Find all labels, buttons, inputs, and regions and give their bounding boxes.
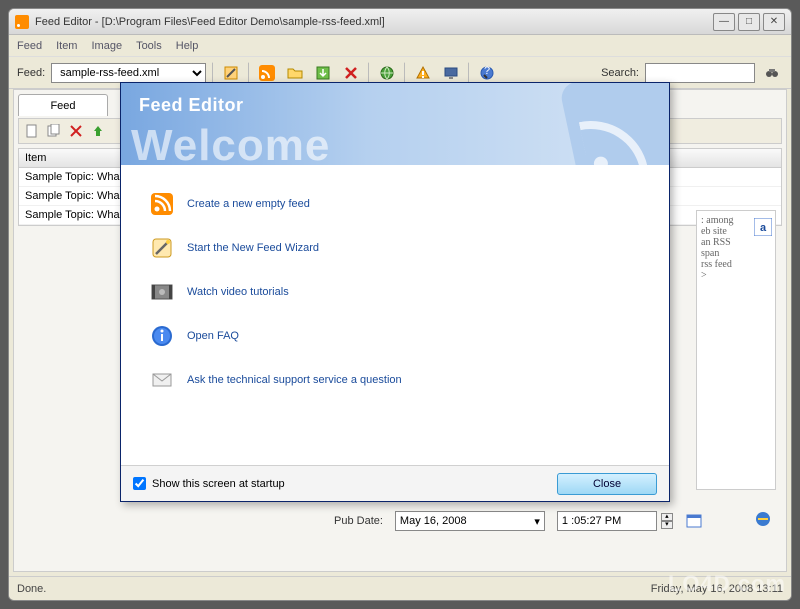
option-create-feed[interactable]: Create a new empty feed <box>151 193 639 215</box>
date-value: May 16, 2008 <box>400 515 467 527</box>
titlebar[interactable]: Feed Editor - [D:\Program Files\Feed Edi… <box>9 9 791 35</box>
chevron-down-icon[interactable]: ▾ <box>534 515 540 528</box>
envelope-icon <box>151 369 173 391</box>
option-open-faq[interactable]: Open FAQ <box>151 325 639 347</box>
search-label: Search: <box>601 67 639 79</box>
date-picker[interactable]: May 16, 2008 ▾ <box>395 511 545 531</box>
spin-down[interactable]: ▾ <box>661 521 673 529</box>
delete-mini-icon[interactable] <box>67 122 85 140</box>
search-input[interactable] <box>645 63 755 83</box>
new-page-icon[interactable] <box>23 122 41 140</box>
option-label: Watch video tutorials <box>187 286 289 298</box>
option-ask-support[interactable]: Ask the technical support service a ques… <box>151 369 639 391</box>
menu-feed[interactable]: Feed <box>17 40 42 52</box>
pubdate-label: Pub Date: <box>334 515 383 527</box>
wand-icon[interactable] <box>220 62 242 84</box>
svg-text:?: ? <box>484 65 490 77</box>
open-folder-icon[interactable] <box>284 62 306 84</box>
ie-icon[interactable] <box>754 510 772 531</box>
feed-label: Feed: <box>17 67 45 79</box>
option-video-tutorials[interactable]: Watch video tutorials <box>151 281 639 303</box>
tab-feed[interactable]: Feed <box>18 94 108 116</box>
dialog-header: Feed Editor Welcome <box>121 83 669 165</box>
separator <box>468 62 470 84</box>
dialog-brand: Feed Editor <box>139 95 244 116</box>
save-icon[interactable] <box>312 62 334 84</box>
option-label: Create a new empty feed <box>187 198 310 210</box>
close-button[interactable]: Close <box>557 473 657 495</box>
checkbox-input[interactable] <box>133 477 146 490</box>
window-title: Feed Editor - [D:\Program Files\Feed Edi… <box>35 16 710 28</box>
option-label: Start the New Feed Wizard <box>187 242 319 254</box>
option-label: Open FAQ <box>187 330 239 342</box>
delete-icon[interactable] <box>340 62 362 84</box>
separator <box>404 62 406 84</box>
option-label: Ask the technical support service a ques… <box>187 374 402 386</box>
menu-help[interactable]: Help <box>176 40 199 52</box>
dialog-footer: Show this screen at startup Close <box>121 465 669 501</box>
show-at-startup-checkbox[interactable]: Show this screen at startup <box>133 477 285 490</box>
spin-up[interactable]: ▴ <box>661 513 673 521</box>
rss-icon <box>151 193 173 215</box>
feed-select[interactable]: sample-rss-feed.xml <box>51 63 206 83</box>
warning-icon[interactable] <box>412 62 434 84</box>
menubar: Feed Item Image Tools Help <box>9 35 791 57</box>
option-new-wizard[interactable]: Start the New Feed Wizard <box>151 237 639 259</box>
statusbar: Done. Friday, May 16, 2008 13:11 <box>9 576 791 600</box>
menu-item[interactable]: Item <box>56 40 77 52</box>
menu-image[interactable]: Image <box>91 40 122 52</box>
time-value: 1 :05:27 PM <box>562 515 621 527</box>
up-arrow-icon[interactable] <box>89 122 107 140</box>
copy-page-icon[interactable] <box>45 122 63 140</box>
rss-icon <box>15 15 29 29</box>
monitor-icon[interactable] <box>440 62 462 84</box>
binoculars-icon[interactable] <box>761 62 783 84</box>
welcome-text: Welcome <box>131 121 330 165</box>
calendar-icon[interactable] <box>685 512 703 530</box>
font-icon[interactable]: a <box>754 218 772 239</box>
time-spinner[interactable]: ▴▾ <box>661 513 673 529</box>
wand-icon <box>151 237 173 259</box>
menu-tools[interactable]: Tools <box>136 40 162 52</box>
preview-snippet: : among eb site an RSS span rss feed > <box>696 210 776 490</box>
dialog-body: Create a new empty feed Start the New Fe… <box>121 165 669 465</box>
status-right: Friday, May 16, 2008 13:11 <box>651 583 783 595</box>
separator <box>248 62 250 84</box>
maximize-button[interactable]: □ <box>738 13 760 31</box>
minimize-button[interactable]: — <box>713 13 735 31</box>
help-icon[interactable]: ? <box>476 62 498 84</box>
checkbox-label: Show this screen at startup <box>152 478 285 490</box>
info-icon <box>151 325 173 347</box>
close-window-button[interactable]: ✕ <box>763 13 785 31</box>
status-left: Done. <box>17 583 46 595</box>
film-icon <box>151 281 173 303</box>
pubdate-row: Pub Date: May 16, 2008 ▾ 1 :05:27 PM ▴▾ <box>334 511 703 531</box>
separator <box>212 62 214 84</box>
time-picker[interactable]: 1 :05:27 PM <box>557 511 657 531</box>
welcome-dialog: Feed Editor Welcome Create a new empty f… <box>120 82 670 502</box>
rss-hero-icon <box>559 83 669 165</box>
separator <box>368 62 370 84</box>
rss-tool-icon[interactable] <box>256 62 278 84</box>
svg-text:a: a <box>760 222 767 234</box>
globe-icon[interactable] <box>376 62 398 84</box>
